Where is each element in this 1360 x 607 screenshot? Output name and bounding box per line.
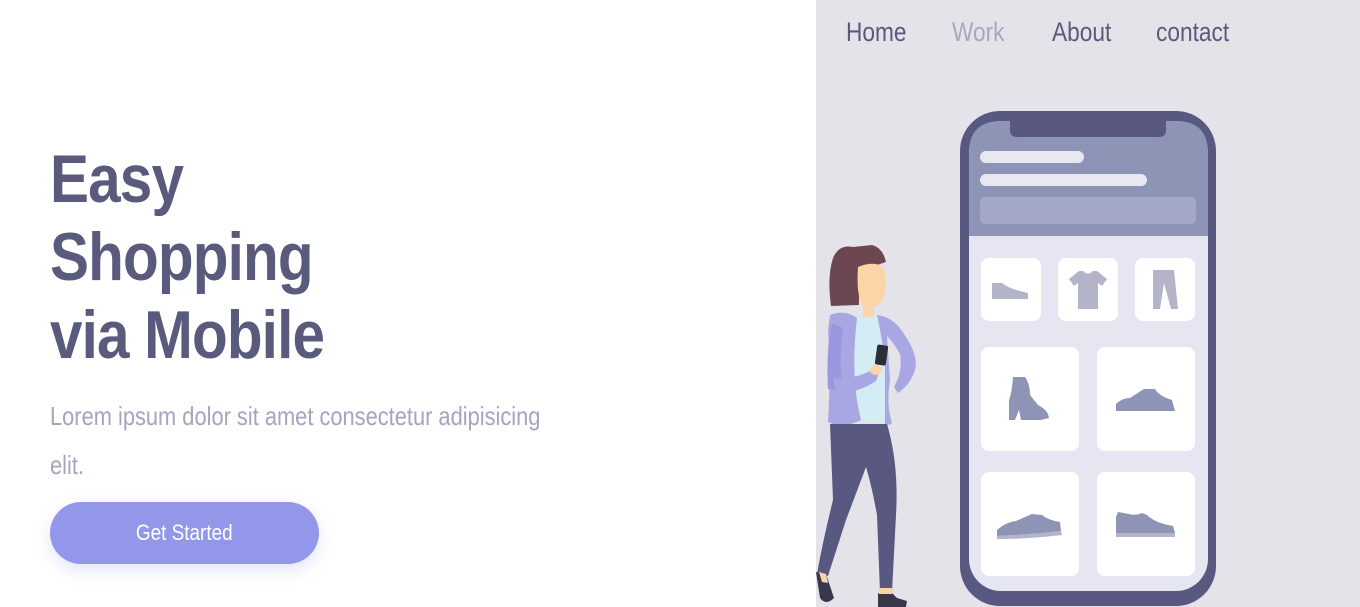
headline-line-2: Shopping xyxy=(50,219,314,295)
get-started-label: Get Started xyxy=(136,520,233,545)
nav-work-link[interactable]: Work xyxy=(952,14,1005,50)
nav-contact-link[interactable]: contact xyxy=(1156,14,1229,50)
hero-section: Easy Shopping via Mobile Lorem ipsum dol… xyxy=(0,0,816,607)
headline-line-1: Easy xyxy=(50,141,184,217)
nav-about-link[interactable]: About xyxy=(1052,14,1111,50)
hero-subtitle: Lorem ipsum dolor sit amet consectetur a… xyxy=(50,401,541,480)
get-started-button[interactable]: Get Started xyxy=(50,502,319,564)
nav-home-link[interactable]: Home xyxy=(846,14,907,50)
woman-illustration xyxy=(816,245,916,607)
headline-line-3: via Mobile xyxy=(50,297,325,373)
shopping-illustration xyxy=(816,111,1216,607)
hero-headline: Easy Shopping via Mobile xyxy=(50,140,325,374)
